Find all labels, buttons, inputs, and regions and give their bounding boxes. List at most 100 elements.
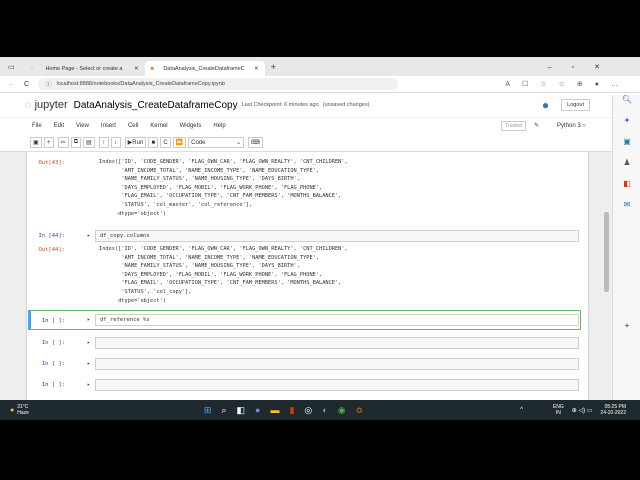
games-icon[interactable]: ♟: [613, 158, 640, 179]
out-prompt: Out[43]:: [38, 160, 66, 166]
menu-cell[interactable]: Cell: [128, 123, 138, 129]
paste-icon[interactable]: ▤: [83, 137, 95, 148]
empty-code-input[interactable]: ▸: [87, 337, 579, 349]
search-icon[interactable]: ⌕: [221, 405, 226, 416]
in-prompt: In [ ]:: [41, 361, 65, 367]
save-icon[interactable]: ▣: [30, 137, 42, 148]
menu-kernel[interactable]: Kernel: [150, 123, 167, 129]
kernel-name: Python 3: [557, 122, 581, 129]
cell-type-value: Code: [191, 139, 206, 146]
refresh-icon[interactable]: C: [24, 81, 29, 88]
teams-icon[interactable]: ●: [255, 405, 260, 416]
run-label: Run: [132, 139, 144, 146]
stop-icon[interactable]: ■: [148, 137, 159, 148]
move-up-icon[interactable]: ↑: [98, 137, 109, 148]
checkpoint: Last Checkpoint: 6 minutes ago: [241, 102, 319, 108]
app-icon[interactable]: ◎: [304, 405, 312, 416]
date: 24-10-2022: [600, 410, 626, 416]
weather-icon: ●: [10, 406, 15, 414]
code-input[interactable]: ▸ df_copy.columns: [87, 230, 579, 242]
run-button[interactable]: ▶ Run: [124, 137, 147, 148]
browser-window: ▭ ◌ Home Page - Select or create a ✕ ■ Data…: [0, 57, 640, 400]
run-cell-icon[interactable]: ▸: [87, 340, 90, 346]
in-prompt: In [ ]:: [41, 318, 65, 324]
url-text: localhost:8888/notebooks/DataAnalysis_Cr…: [56, 81, 225, 87]
taskbar: ● 31°C Haze ⊞ ⌕ ◧ ● ▬ ▮ ◎ ◐ ◉ ≎ ^ ENG IN ⊕…: [0, 400, 640, 420]
clock[interactable]: 05:25 PM 24-10-2022: [600, 404, 626, 416]
address-bar: ← C ⓘ localhost:8888/notebooks/DataAnalys…: [0, 76, 640, 93]
tab-home[interactable]: ◌ Home Page - Select or create a ✕: [25, 61, 145, 76]
close-icon[interactable]: ✕: [254, 66, 259, 72]
code-input-active[interactable]: ▸ df_reference %s: [87, 314, 579, 326]
browser-actions-icons[interactable]: A☐☆☆⊕●…: [505, 80, 630, 88]
code-text: df_reference %s: [100, 317, 150, 323]
empty-code-input[interactable]: ▸: [87, 358, 579, 370]
restart-icon[interactable]: C: [160, 137, 171, 148]
empty-code-input[interactable]: ▸: [87, 379, 579, 391]
edit-icon[interactable]: ✎: [534, 122, 539, 129]
keyboard-icon[interactable]: ⌨: [248, 137, 263, 148]
menu-file[interactable]: File: [32, 123, 42, 129]
search-icon[interactable]: 🔍︎: [613, 95, 640, 116]
menu-view[interactable]: View: [76, 123, 89, 129]
start-icon[interactable]: ⊞: [204, 405, 212, 416]
menu-edit[interactable]: Edit: [54, 123, 64, 129]
language-indicator[interactable]: ENG IN: [553, 404, 564, 416]
task-view-icon[interactable]: ◧: [237, 405, 246, 416]
tray-chevron-icon[interactable]: ^: [520, 407, 523, 413]
output-text: Index(['ID', 'CODE_GENDER', 'FLAG_OWN_CA…: [99, 159, 348, 217]
cut-icon[interactable]: ✂: [57, 137, 69, 148]
outlook-icon[interactable]: ✉: [613, 200, 640, 221]
scrollbar[interactable]: [604, 212, 609, 292]
info-icon: ⓘ: [46, 82, 52, 88]
file-explorer-icon[interactable]: ▬: [270, 405, 279, 416]
in-prompt: In [ ]:: [41, 340, 65, 346]
chevron-down-icon: ⌄: [236, 140, 242, 146]
jupyter-icon[interactable]: ≎: [356, 405, 364, 416]
tools-icon[interactable]: ▣: [613, 137, 640, 158]
notebook-title[interactable]: DataAnalysis_CreateDataframeCopy: [74, 100, 238, 111]
window-controls[interactable]: –▫✕: [548, 63, 620, 71]
sparkle-icon[interactable]: ✦: [613, 116, 640, 137]
notebook-area[interactable]: Out[43]: Index(['ID', 'CODE_GENDER', 'FL…: [0, 152, 612, 400]
taskbar-apps: ⊞ ⌕ ◧ ● ▬ ▮ ◎ ◐ ◉ ≎: [204, 405, 363, 416]
tab-actions-icon[interactable]: ▭: [8, 63, 15, 71]
url-input[interactable]: ⓘ localhost:8888/notebooks/DataAnalysis_C…: [38, 78, 398, 90]
copy-icon[interactable]: ⧉: [70, 137, 81, 148]
jupyter-favicon-icon: ◌: [30, 65, 34, 72]
run-cell-icon[interactable]: ▸: [87, 317, 90, 323]
code-text: df_copy.columns: [100, 233, 150, 239]
menu-widgets[interactable]: Widgets: [180, 123, 202, 129]
move-down-icon[interactable]: ↓: [110, 137, 121, 148]
tab-notebook[interactable]: ■ DataAnalysis_CreateDataframeC ✕: [144, 61, 265, 76]
tab-title: DataAnalysis_CreateDataframeC: [163, 65, 245, 72]
trusted-badge[interactable]: Trusted: [501, 120, 526, 131]
close-icon[interactable]: ✕: [134, 66, 139, 72]
back-icon[interactable]: ←: [8, 81, 15, 88]
run-cell-icon[interactable]: ▸: [87, 382, 90, 388]
network-volume-battery-icons[interactable]: ⊕ ◁) ▭: [572, 407, 593, 414]
tab-title: Home Page - Select or create a: [45, 65, 123, 72]
edge-sidebar: 🔍︎ ✦ ▣ ♟ ◧ ✉ +: [612, 95, 640, 400]
menu-bar: File Edit View Insert Cell Kernel Widget…: [0, 117, 612, 133]
jupyter-logo[interactable]: ◌ jupyter: [25, 99, 68, 111]
chrome-icon[interactable]: ◉: [338, 405, 346, 416]
fast-forward-icon[interactable]: ⏩: [172, 137, 187, 148]
office-icon[interactable]: ▮: [289, 405, 294, 416]
notebook-favicon-icon: ■: [150, 65, 154, 72]
logout-button[interactable]: Logout: [561, 99, 590, 111]
add-icon[interactable]: +: [613, 321, 640, 342]
add-cell-icon[interactable]: +: [43, 137, 54, 148]
menu-help[interactable]: Help: [213, 123, 225, 129]
menu-insert[interactable]: Insert: [101, 123, 116, 129]
output-text: Index(['ID', 'CODE_GENDER', 'FLAG_OWN_CA…: [99, 246, 348, 304]
python-logo-icon: ●: [541, 98, 550, 112]
new-tab-button[interactable]: +: [271, 62, 276, 72]
edge-icon[interactable]: ◐: [322, 405, 327, 416]
office-icon[interactable]: ◧: [613, 179, 640, 200]
weather-widget[interactable]: 31°C Haze: [17, 404, 29, 416]
run-cell-icon[interactable]: ▸: [87, 233, 90, 239]
cell-type-select[interactable]: Code ⌄: [188, 137, 245, 148]
kernel-indicator: Python 3 ○: [557, 122, 586, 129]
run-cell-icon[interactable]: ▸: [87, 361, 90, 367]
